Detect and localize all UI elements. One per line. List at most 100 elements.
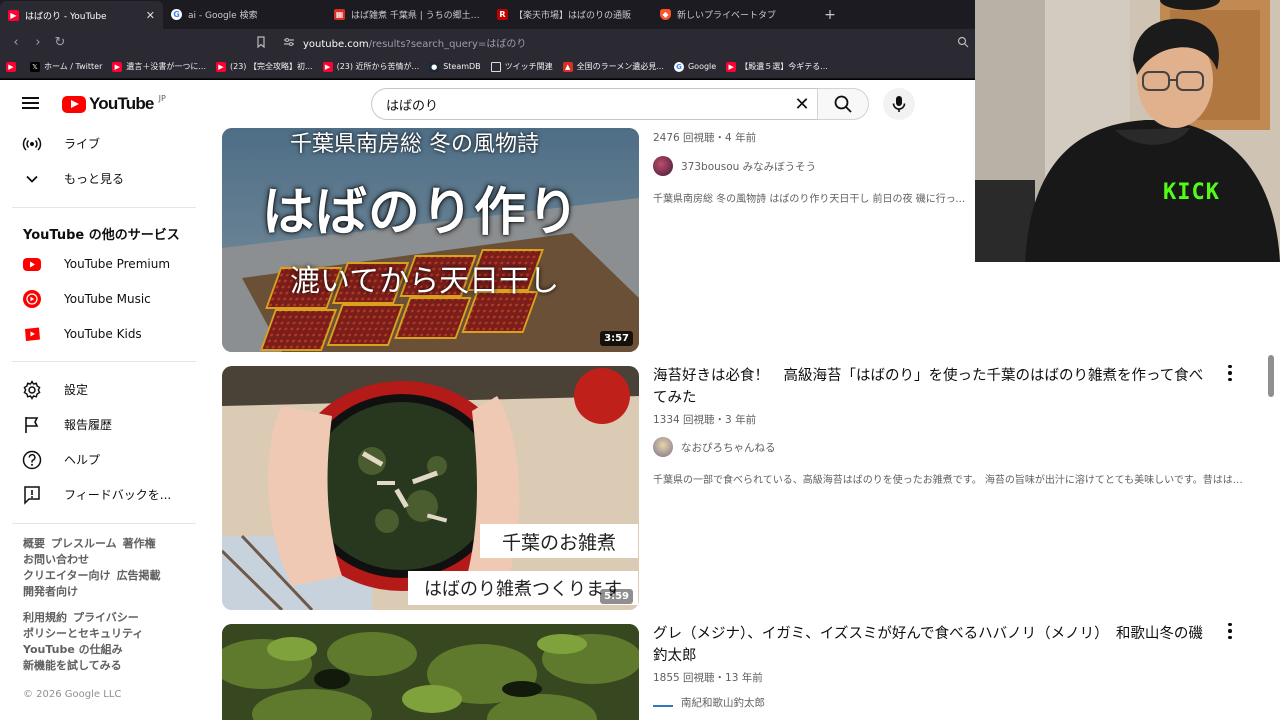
channel-avatar[interactable] [653, 156, 673, 176]
bookmark-item[interactable]: ▶ 遺言＋没書が一つに... [112, 61, 206, 72]
youtube-favicon-icon: ▶ [8, 10, 19, 21]
tab-maff[interactable]: ▦ はば雑煮 千葉県 | うちの郷土料理：農 [326, 0, 489, 29]
more-actions-icon[interactable] [1225, 621, 1235, 641]
search-input[interactable]: はばのり ✕ [371, 88, 817, 120]
browser-tab-bar: ▶ はばのり - YouTube ✕ G ai - Google 検索 ▦ はば… [0, 0, 975, 30]
new-tab-button[interactable]: + [815, 0, 845, 29]
channel-name[interactable]: 373bousou みなみぼうそう [681, 159, 816, 174]
sidebar-divider [12, 207, 196, 208]
footer-link[interactable]: プレスルーム [51, 537, 117, 550]
bookmark-item[interactable]: ▲ 全国のラーメン遺必見... [562, 61, 664, 72]
zoom-icon[interactable] [957, 36, 969, 48]
tab-title: はば雑煮 千葉県 | うちの郷土料理：農 [351, 11, 481, 21]
sidebar-item-settings[interactable]: 設定 [10, 372, 192, 407]
sidebar-item-label: YouTube Kids [64, 326, 142, 341]
footer-link[interactable]: 開発者向け [23, 585, 78, 598]
bookmark-item[interactable]: ● SteamDB [429, 61, 481, 72]
footer-link[interactable]: 著作権 [123, 537, 156, 550]
bookmark-item[interactable]: 𝕏 ホーム / Twitter [30, 61, 102, 72]
video-thumbnail[interactable]: 千葉県南房総 冬の風物詩 はばのり作り 漉いてから天日干し 3:57 [222, 128, 639, 352]
microphone-icon [892, 96, 906, 112]
sidebar-item-youtube-kids[interactable]: YouTube Kids [10, 316, 192, 351]
shirt-logo: KICK [1163, 180, 1220, 205]
address-bar[interactable]: youtube.com/results?search_query=はばのり [255, 32, 973, 52]
menu-icon[interactable] [22, 94, 42, 114]
youtube-kids-icon [22, 324, 42, 344]
footer-link[interactable]: 利用規約 [23, 611, 67, 624]
tab-private[interactable]: ◆ 新しいプライベートタブ [652, 0, 815, 29]
footer-link[interactable]: YouTube の仕組み [23, 643, 123, 656]
sidebar-item-live[interactable]: ライブ [10, 126, 192, 161]
bookmark-icon[interactable] [255, 36, 267, 48]
sidebar-item-youtube-music[interactable]: YouTube Music [10, 281, 192, 316]
bookmark-item[interactable]: ▶ [6, 61, 20, 72]
sidebar-item-youtube-premium[interactable]: YouTube Premium [10, 246, 192, 281]
footer-link[interactable]: プライバシー [73, 611, 139, 624]
tab-youtube[interactable]: ▶ はばのり - YouTube ✕ [0, 1, 163, 30]
video-result[interactable]: 千葉のお雑煮 はばのり雑煮つくります 5:59 海苔好きは必食！ 高級海苔「はば… [222, 363, 1262, 610]
site-info-icon[interactable] [283, 36, 295, 48]
channel-link[interactable]: 南紀和歌山釣太郎 [653, 695, 765, 710]
video-duration: 5:59 [600, 589, 633, 604]
bookmark-item[interactable]: ▶ 【殿遺５選】今ギテる... [726, 61, 828, 72]
webcam-overlay: KICK [975, 0, 1280, 262]
youtube-logo[interactable]: YouTube JP [62, 94, 166, 114]
reload-button[interactable]: ↻ [50, 32, 70, 52]
url-path: /results?search_query=はばのり [368, 38, 527, 50]
close-tab-icon[interactable]: ✕ [146, 9, 155, 22]
bookmark-folder[interactable]: ツイッチ関連 [490, 61, 553, 72]
footer-link[interactable]: 概要 [23, 537, 45, 550]
video-result[interactable]: グレ（メジナ）、イガミ、イズスミが好んで食べるハバノリ（メノリ） 和歌山冬の磯 … [222, 621, 1262, 720]
video-description: 千葉県南房総 冬の風物詩 はばのり作り天日干し 前日の夜 磯に行って採 [653, 194, 975, 205]
brave-favicon-icon: ◆ [660, 9, 671, 20]
bookmark-item[interactable]: ▶ (23) 【完全攻略】初... [216, 61, 313, 72]
channel-link[interactable]: 373bousou みなみぼうそう [653, 156, 816, 176]
voice-search-button[interactable] [883, 88, 915, 120]
sidebar-item-label: YouTube Music [64, 291, 151, 306]
channel-link[interactable]: なおぴろちゃんねる [653, 437, 776, 457]
footer-link[interactable]: クリエイター向け [23, 569, 111, 582]
back-button[interactable]: ‹ [6, 32, 26, 52]
bookmark-label: 全国のラーメン遺必見... [576, 62, 664, 71]
footer-link[interactable]: お問い合わせ [23, 553, 89, 566]
tab-google[interactable]: G ai - Google 検索 [163, 0, 326, 29]
clear-search-icon[interactable]: ✕ [787, 94, 817, 115]
sidebar-item-report-history[interactable]: 報告履歴 [10, 407, 192, 442]
bookmark-label: (23) 近所から苦情が... [336, 62, 420, 71]
video-thumbnail[interactable] [222, 624, 639, 720]
footer-link[interactable]: 新機能を試してみる [23, 659, 122, 672]
more-actions-icon[interactable] [1225, 363, 1235, 383]
tab-rakuten[interactable]: R 【楽天市場】はばのりの通販 [489, 0, 652, 29]
footer-link[interactable]: 広告掲載 [117, 569, 161, 582]
sidebar: ライブ もっと見る YouTube の他のサービス YouTube Premiu… [0, 128, 200, 720]
bookmark-item[interactable]: G Google [673, 61, 717, 72]
channel-name[interactable]: 南紀和歌山釣太郎 [681, 695, 765, 710]
thumbnail-caption: 漉いてから天日干し [290, 264, 560, 299]
search-button[interactable] [817, 88, 869, 120]
thumbnail-headline: はばのり作り [262, 183, 581, 243]
bookmark-label: Google [687, 62, 717, 71]
video-title[interactable]: グレ（メジナ）、イガミ、イズスミが好んで食べるハバノリ（メノリ） 和歌山冬の磯 … [653, 623, 1217, 667]
search-icon [834, 95, 852, 113]
sidebar-item-label: ヘルプ [64, 453, 101, 467]
video-title[interactable]: 海苔好きは必食！ 高級海苔「はばのり」を使った千葉のはばのり雑煮を作って食べてみ… [653, 365, 1213, 409]
masthead: YouTube JP はばのり ✕ [0, 80, 975, 128]
chevron-down-icon [22, 169, 42, 189]
channel-avatar[interactable] [653, 437, 673, 457]
bookmark-item[interactable]: ▶ (23) 近所から苦情が... [322, 61, 420, 72]
sidebar-item-feedback[interactable]: フィードバックを... [10, 477, 192, 512]
video-thumbnail[interactable]: 千葉のお雑煮 はばのり雑煮つくります 5:59 [222, 366, 639, 610]
page-scrollbar[interactable] [1268, 355, 1274, 397]
search-query[interactable]: はばのり [386, 95, 787, 114]
channel-name[interactable]: なおぴろちゃんねる [681, 440, 776, 455]
youtube-premium-icon [22, 254, 42, 274]
flag-icon [22, 415, 42, 435]
sidebar-item-more[interactable]: もっと見る [10, 161, 192, 196]
bookmark-label: ホーム / Twitter [44, 62, 103, 71]
channel-avatar[interactable] [653, 698, 673, 707]
plus-icon: + [824, 6, 836, 23]
video-meta: 1334 回視聴・3 年前 [653, 414, 757, 426]
forward-button[interactable]: › [28, 32, 48, 52]
sidebar-item-help[interactable]: ヘルプ [10, 442, 192, 477]
footer-link[interactable]: ポリシーとセキュリティ [23, 627, 143, 640]
